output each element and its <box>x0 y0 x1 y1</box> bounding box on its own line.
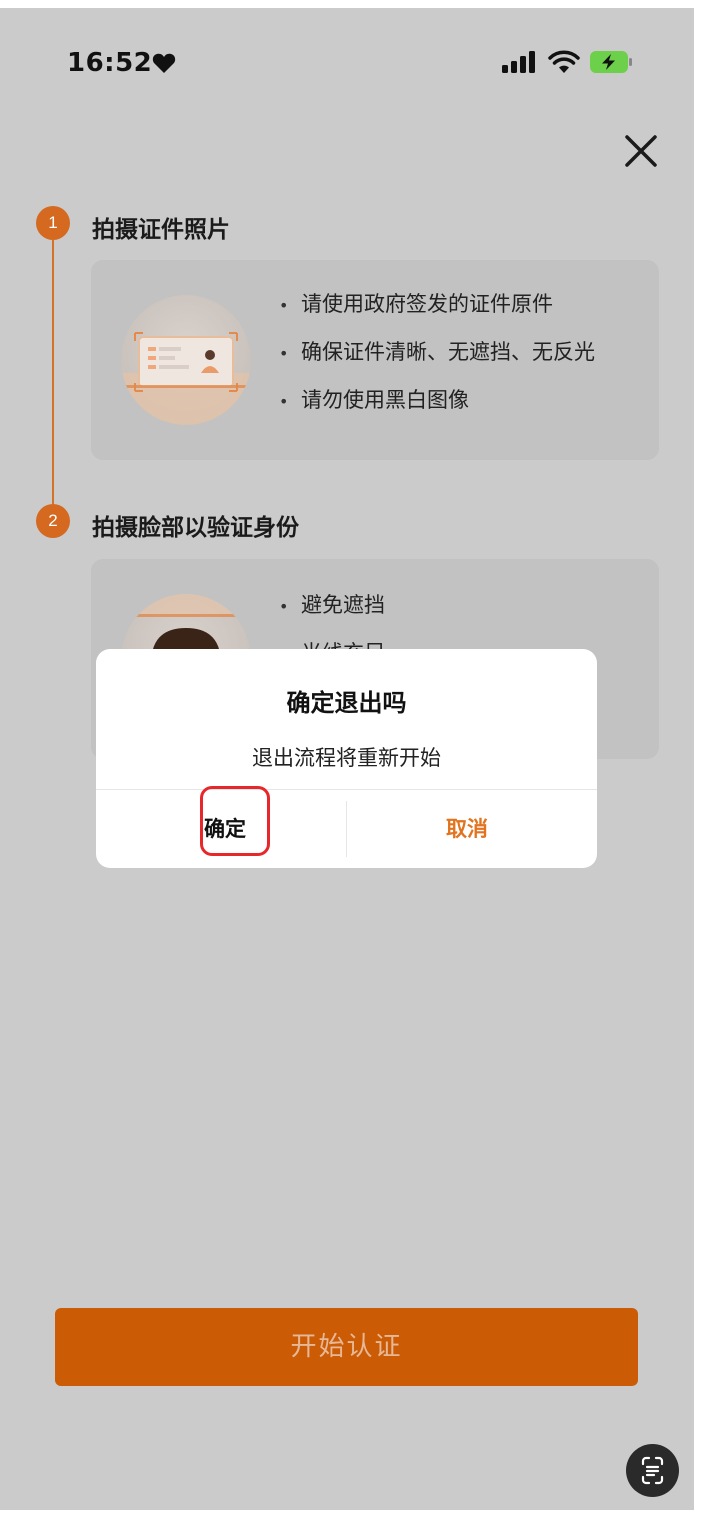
close-icon[interactable] <box>622 132 660 170</box>
status-icons <box>502 50 634 74</box>
id-card-illustration <box>121 295 251 425</box>
tip-item: • 请勿使用黑白图像 <box>279 388 469 412</box>
step-title: 拍摄证件照片 <box>92 217 230 243</box>
dialog-message: 退出流程将重新开始 <box>252 746 441 770</box>
step-number-badge: 1 <box>36 206 70 240</box>
tip-item: • 避免遮挡 <box>279 593 385 617</box>
verification-screen: 16:52 1 拍摄证件照片 • 请使用政府签发的证件原件 • 确保证件清晰、无… <box>0 8 694 1510</box>
tips-list: • 请使用政府签发的证件原件 • 确保证件清晰、无遮挡、无反光 • 请勿使用黑白图像 <box>279 280 595 424</box>
scan-text-button[interactable] <box>626 1444 679 1497</box>
confirm-button[interactable]: 确定 <box>96 790 356 868</box>
tip-item: • 请使用政府签发的证件原件 <box>279 292 553 316</box>
tip-text: 确保证件清晰、无遮挡、无反光 <box>301 340 595 364</box>
step-card: • 请使用政府签发的证件原件 • 确保证件清晰、无遮挡、无反光 • 请勿使用黑白图像 <box>91 260 659 460</box>
tip-item: • 确保证件清晰、无遮挡、无反光 <box>279 340 595 364</box>
dialog-title: 确定退出吗 <box>286 689 407 717</box>
cancel-button[interactable]: 取消 <box>347 790 587 868</box>
step-title: 拍摄脸部以验证身份 <box>92 515 299 541</box>
tip-text: 请使用政府签发的证件原件 <box>301 292 553 316</box>
heart-icon <box>152 53 176 73</box>
battery-charging-icon <box>590 51 632 73</box>
step-timeline-line <box>52 240 54 510</box>
tip-text: 避免遮挡 <box>301 593 385 617</box>
tip-text: 请勿使用黑白图像 <box>301 388 469 412</box>
step-number-badge: 2 <box>36 504 70 538</box>
status-time: 16:52 <box>67 48 153 78</box>
start-verification-button[interactable]: 开始认证 <box>55 1308 638 1386</box>
confirm-button-label: 确定 <box>204 817 246 841</box>
scan-text-icon <box>641 1456 664 1485</box>
exit-confirm-dialog: 确定退出吗 退出流程将重新开始 确定 取消 <box>96 649 597 868</box>
wifi-icon <box>548 50 580 73</box>
cellular-signal-icon <box>502 51 535 73</box>
